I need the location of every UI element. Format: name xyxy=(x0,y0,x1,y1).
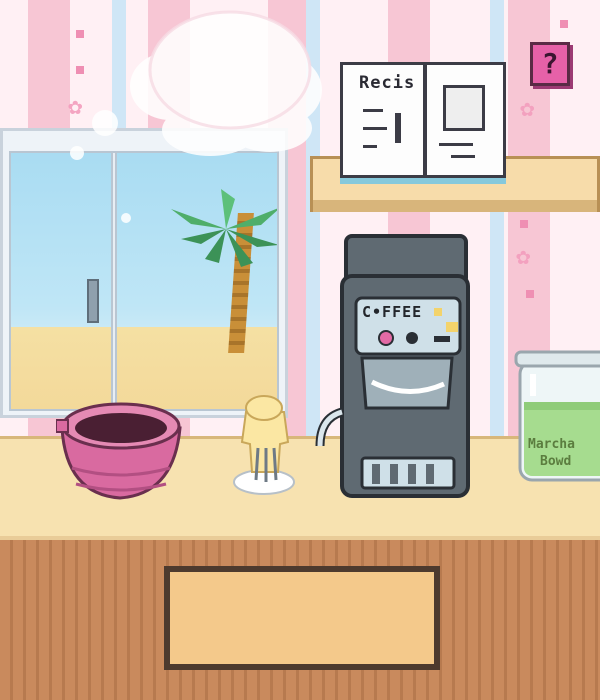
palm-leaves-icon xyxy=(171,189,277,267)
window-handle xyxy=(87,279,99,323)
steam-bubble xyxy=(70,146,84,160)
coffee-machine-label: C•FFEE xyxy=(362,303,423,321)
book-text-line xyxy=(439,143,473,146)
steam-bubble xyxy=(92,110,118,136)
wall-dot xyxy=(520,220,528,228)
recipe-book-title: Recis xyxy=(359,73,416,93)
wall-dot xyxy=(76,30,84,38)
window-frame-divider xyxy=(111,153,117,409)
wall-dot xyxy=(526,290,534,298)
window-pane xyxy=(9,151,279,411)
flower-icon: ✿ xyxy=(516,242,531,270)
flower-icon: ✿ xyxy=(520,94,535,122)
help-button[interactable]: ? xyxy=(530,42,570,86)
book-text-line xyxy=(451,155,475,158)
whisk[interactable] xyxy=(228,392,300,496)
mixing-bowl[interactable] xyxy=(56,398,186,502)
book-spine xyxy=(423,65,427,175)
book-text-line xyxy=(363,145,377,148)
jar-label-line: Bowd xyxy=(540,454,572,469)
book-text-line xyxy=(363,127,387,130)
recipe-book[interactable]: Recis xyxy=(340,62,506,178)
matcha-jar-label: Marcha Bowd xyxy=(528,436,600,470)
coffee-machine[interactable] xyxy=(312,232,472,508)
wall-dot xyxy=(560,20,568,28)
sparkle xyxy=(121,213,131,223)
flower-icon: ✿ xyxy=(68,92,83,120)
steam-cloud xyxy=(130,10,322,156)
window xyxy=(0,128,288,418)
jar-label-line: Marcha xyxy=(528,437,575,452)
book-text-line xyxy=(395,113,401,143)
book-text-line xyxy=(363,109,383,112)
wall-dot xyxy=(76,66,84,74)
book-illustration xyxy=(443,85,485,131)
counter-drawer[interactable] xyxy=(164,566,440,670)
